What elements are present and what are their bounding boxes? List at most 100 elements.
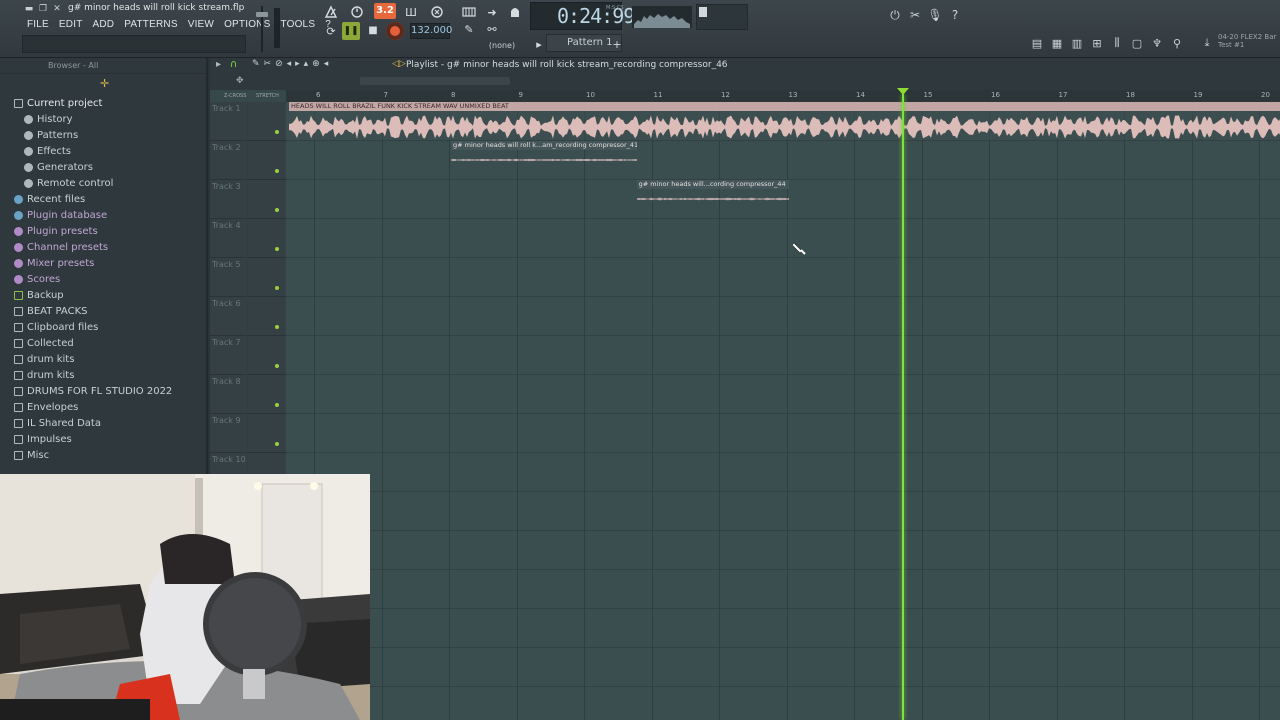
track-header[interactable]: Track 8	[210, 375, 286, 414]
play-pause-button[interactable]: ❚❚	[342, 22, 360, 40]
mixer-icon[interactable]: ⊞	[1088, 34, 1106, 52]
menu-view[interactable]: VIEW	[183, 18, 219, 32]
browser-item[interactable]: Clipboard files	[0, 320, 206, 336]
snap-magnet-icon[interactable]: ∩	[230, 59, 237, 70]
mode-stretch[interactable]: STRETCH	[256, 93, 279, 99]
track-mute-led[interactable]	[275, 325, 279, 329]
track-mute-led[interactable]	[275, 403, 279, 407]
plugin-picker-icon[interactable]: ♆	[1148, 34, 1166, 52]
loop-record-icon[interactable]	[426, 3, 448, 21]
close-icon[interactable]: ✕	[50, 3, 64, 15]
master-pitch-slider[interactable]	[274, 8, 280, 48]
menu-patterns[interactable]: PATTERNS	[119, 18, 182, 32]
link-icon[interactable]: ⚯	[481, 20, 503, 38]
download-icon[interactable]: ⤓	[1198, 34, 1216, 52]
news-panel[interactable]: 04-20 FLEX2 Bar Test #1	[1218, 33, 1276, 49]
browser-item[interactable]: Channel presets	[0, 240, 206, 256]
microphone-icon[interactable]: 🎙	[926, 6, 944, 24]
step-forward-icon[interactable]: ➜	[481, 3, 503, 21]
minimize-icon[interactable]: ▬	[22, 3, 36, 15]
browser-item[interactable]: drum kits	[0, 352, 206, 368]
snap-select[interactable]: (none)	[480, 39, 524, 53]
channel-icon[interactable]: ⫼	[1108, 34, 1126, 52]
undo-icon[interactable]: ⏻	[886, 6, 904, 24]
browser-item[interactable]: Recent files	[0, 192, 206, 208]
menu-add[interactable]: ADD	[88, 18, 120, 32]
browser-item[interactable]: DRUMS FOR FL STUDIO 2022	[0, 384, 206, 400]
cut-icon[interactable]: ✂	[906, 6, 924, 24]
channel-rack-icon[interactable]: ▦	[1048, 34, 1066, 52]
track-mute-led[interactable]	[275, 169, 279, 173]
track-header[interactable]: Track 9	[210, 414, 286, 453]
playlist-tools-icon[interactable]: ✎✂⊘◂▸▴⊕◂	[252, 59, 332, 69]
pattern-song-toggle[interactable]: 3.2	[374, 3, 396, 19]
audio-clip[interactable]: g# minor heads will roll k...am_recordin…	[451, 141, 637, 173]
playlist-grid[interactable]: HEADS WILL ROLL BRAZIL FUNK KICK STREAM …	[246, 102, 1280, 720]
browser-item[interactable]: Current project	[0, 96, 206, 112]
browser-item[interactable]: Plugin presets	[0, 224, 206, 240]
track-header[interactable]: Track 6	[210, 297, 286, 336]
browser-item[interactable]: Backup	[0, 288, 206, 304]
browser-item[interactable]: Generators	[0, 160, 206, 176]
track-mute-led[interactable]	[275, 247, 279, 251]
master-volume-slider[interactable]	[256, 6, 268, 52]
track-header[interactable]: Track 2	[210, 141, 286, 180]
menu-tools[interactable]: TOOLS	[275, 18, 320, 32]
menu-options[interactable]: OPTIONS	[219, 18, 275, 32]
help-icon[interactable]: ?	[946, 6, 964, 24]
browser-item[interactable]: Effects	[0, 144, 206, 160]
piano-roll-icon[interactable]: ▥	[1068, 34, 1086, 52]
browser-item[interactable]: Mixer presets	[0, 256, 206, 272]
pencil-tool-icon[interactable]: ✎	[458, 20, 480, 38]
track-header[interactable]: Track 1	[210, 102, 286, 141]
audio-clip[interactable]: HEADS WILL ROLL BRAZIL FUNK KICK STREAM …	[289, 102, 1280, 140]
horizontal-scrollbar[interactable]	[360, 77, 510, 85]
touch-keyboard-icon[interactable]: ⚲	[1168, 34, 1186, 52]
menu-edit[interactable]: EDIT	[54, 18, 88, 32]
stop-button[interactable]: ■	[364, 22, 382, 40]
browser-item[interactable]: IL Shared Data	[0, 416, 206, 432]
browser-toggle-icon[interactable]: ▢	[1128, 34, 1146, 52]
mode-z-cross[interactable]: Z-CROSS	[224, 93, 246, 99]
browser-item[interactable]: Patterns	[0, 128, 206, 144]
track-header[interactable]: Track 3	[210, 180, 286, 219]
restore-icon[interactable]: ❐	[36, 3, 50, 15]
track-header[interactable]: Track 5	[210, 258, 286, 297]
timeline-ruler[interactable]: 6 7 8 9 10 11 12 13 14 15 16 17 18 19 20	[286, 90, 1280, 102]
metronome-icon[interactable]	[320, 3, 342, 21]
browser-item[interactable]: drum kits	[0, 368, 206, 384]
wait-record-icon[interactable]	[346, 3, 368, 21]
track-mute-led[interactable]	[275, 442, 279, 446]
pattern-add-icon[interactable]: +	[610, 35, 624, 53]
browser-item[interactable]: Envelopes	[0, 400, 206, 416]
browser-add-icon[interactable]: ✛	[100, 77, 109, 90]
track-mute-led[interactable]	[275, 130, 279, 134]
pattern-prev-icon[interactable]: ▸	[532, 35, 546, 53]
playlist-window-icon[interactable]: ▤	[1028, 34, 1046, 52]
browser-header[interactable]: Browser - All	[0, 58, 206, 74]
browser-item[interactable]: Plugin database	[0, 208, 206, 224]
browser-item[interactable]: History	[0, 112, 206, 128]
zoom-icon[interactable]: ✥	[236, 76, 244, 86]
track-header[interactable]: Track 4	[210, 219, 286, 258]
browser-item[interactable]: Remote control	[0, 176, 206, 192]
tempo-display[interactable]: 132.000	[410, 23, 452, 39]
audio-clip[interactable]: g# minor heads will...cording compressor…	[636, 180, 789, 212]
record-button[interactable]	[386, 22, 404, 40]
playhead[interactable]	[897, 88, 910, 720]
browser-item[interactable]: Misc	[0, 448, 206, 464]
loop-icon[interactable]: ⟳	[320, 22, 342, 40]
playlist-menu-icon[interactable]: ▸	[216, 59, 221, 70]
track-header[interactable]: Track 7	[210, 336, 286, 375]
typing-keyboard-icon[interactable]	[458, 3, 480, 21]
step-edit-icon[interactable]: Ш	[400, 3, 422, 21]
browser-item[interactable]: Collected	[0, 336, 206, 352]
midi-icon[interactable]	[504, 3, 526, 21]
browser-item[interactable]: Impulses	[0, 432, 206, 448]
browser-item[interactable]: Scores	[0, 272, 206, 288]
track-mute-led[interactable]	[275, 364, 279, 368]
track-mute-led[interactable]	[275, 208, 279, 212]
menu-file[interactable]: FILE	[22, 18, 54, 32]
track-mute-led[interactable]	[275, 286, 279, 290]
browser-item[interactable]: BEAT PACKS	[0, 304, 206, 320]
